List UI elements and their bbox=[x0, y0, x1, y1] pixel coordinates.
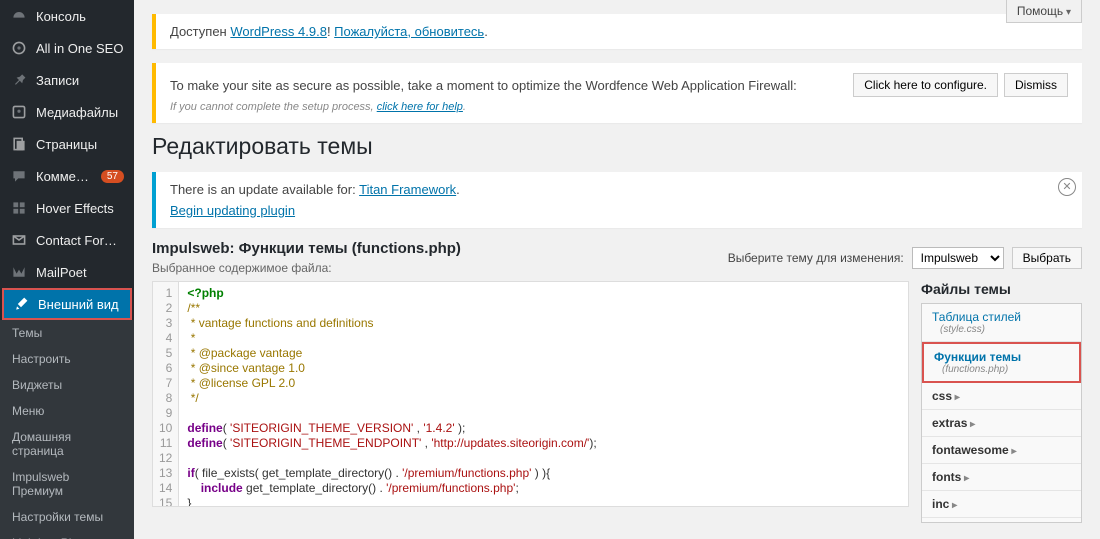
sidebar-item-mailpoet[interactable]: MailPoet bbox=[0, 256, 134, 288]
select-button[interactable]: Выбрать bbox=[1012, 247, 1082, 269]
sub-homepage[interactable]: Домашняя страница bbox=[0, 424, 134, 464]
sidebar-item-comments[interactable]: Комментарии 57 bbox=[0, 160, 134, 192]
sidebar-item-label: All in One SEO bbox=[36, 41, 124, 56]
mail-icon bbox=[10, 231, 28, 249]
file-entry[interactable]: css bbox=[922, 383, 1081, 410]
pages-icon bbox=[10, 135, 28, 153]
sidebar-item-appearance[interactable]: Внешний вид bbox=[2, 288, 132, 320]
file-entry[interactable]: fontawesome bbox=[922, 437, 1081, 464]
update-please-link[interactable]: Пожалуйста, обновитесь bbox=[334, 24, 484, 39]
theme-select[interactable]: Impulsweb bbox=[912, 247, 1004, 269]
wp-version-link[interactable]: WordPress 4.9.8 bbox=[230, 24, 327, 39]
sub-widgets[interactable]: Виджеты bbox=[0, 372, 134, 398]
brush-icon bbox=[12, 295, 30, 313]
sidebar-item-label: Комментарии bbox=[36, 169, 93, 184]
file-entry[interactable]: inc bbox=[922, 491, 1081, 518]
file-entry[interactable]: fonts bbox=[922, 464, 1081, 491]
sub-themes[interactable]: Темы bbox=[0, 320, 134, 346]
sidebar-item-label: Консоль bbox=[36, 9, 124, 24]
dashboard-icon bbox=[10, 7, 28, 25]
line-numbers: 12345678910111213141516 bbox=[153, 282, 179, 506]
help-link[interactable]: click here for help bbox=[377, 101, 463, 113]
file-entry[interactable]: Таблица стилей(style.css) bbox=[922, 304, 1081, 342]
sidebar-item-cf7[interactable]: Contact Form 7 bbox=[0, 224, 134, 256]
begin-updating-link[interactable]: Begin updating plugin bbox=[170, 203, 295, 218]
badge-count: 57 bbox=[101, 170, 124, 183]
sidebar-item-label: Hover Effects bbox=[36, 201, 124, 216]
wp-update-notice: Доступен WordPress 4.9.8! Пожалуйста, об… bbox=[152, 14, 1082, 49]
file-title: Impulsweb: Функции темы (functions.php) bbox=[152, 240, 461, 257]
sidebar-item-aioseo[interactable]: All in One SEO bbox=[0, 32, 134, 64]
sub-theme-settings[interactable]: Настройки темы bbox=[0, 504, 134, 530]
notice-text: To make your site as secure as possible,… bbox=[170, 78, 797, 93]
sidebar-item-label: Contact Form 7 bbox=[36, 233, 124, 248]
theme-select-label: Выберите тему для изменения: bbox=[728, 251, 904, 265]
sidebar-item-label: Записи bbox=[36, 73, 124, 88]
titan-link[interactable]: Titan Framework bbox=[359, 182, 456, 197]
pin-icon bbox=[10, 71, 28, 89]
appearance-submenu: Темы Настроить Виджеты Меню Домашняя стр… bbox=[0, 320, 134, 539]
page-title: Редактировать темы bbox=[152, 133, 1082, 160]
sub-menus[interactable]: Меню bbox=[0, 398, 134, 424]
media-icon bbox=[10, 103, 28, 121]
wordfence-notice: To make your site as secure as possible,… bbox=[152, 63, 1082, 123]
file-entry[interactable]: Функции темы(functions.php) bbox=[922, 342, 1081, 383]
sidebar-item-posts[interactable]: Записи bbox=[0, 64, 134, 96]
sub-impulsweb-premium[interactable]: Impulsweb Премиум bbox=[0, 464, 134, 504]
main-content: Помощь Доступен WordPress 4.9.8! Пожалуй… bbox=[134, 0, 1100, 539]
mailpoet-icon bbox=[10, 263, 28, 281]
file-description: Выбранное содержимое файла: bbox=[152, 261, 461, 275]
close-icon[interactable]: ✕ bbox=[1058, 178, 1076, 196]
help-tab[interactable]: Помощь bbox=[1006, 0, 1082, 23]
file-entry[interactable]: extras bbox=[922, 410, 1081, 437]
sidebar-item-label: Страницы bbox=[36, 137, 124, 152]
code-content[interactable]: <?php/** * vantage functions and definit… bbox=[179, 282, 604, 506]
sidebar-item-label: Медиафайлы bbox=[36, 105, 124, 120]
sidebar-item-label: Внешний вид bbox=[38, 297, 122, 312]
grid-icon bbox=[10, 199, 28, 217]
plugin-update-notice: ✕ There is an update available for: Tita… bbox=[152, 172, 1082, 228]
code-editor[interactable]: 12345678910111213141516 <?php/** * vanta… bbox=[152, 281, 909, 507]
configure-button[interactable]: Click here to configure. bbox=[853, 73, 998, 97]
sidebar-item-hovereffects[interactable]: Hover Effects bbox=[0, 192, 134, 224]
file-entry[interactable]: new_year bbox=[922, 518, 1081, 523]
sub-lightbox[interactable]: Lightbox Plus Colorbox bbox=[0, 530, 134, 539]
aioseo-icon bbox=[10, 39, 28, 57]
admin-sidebar: Консоль All in One SEO Записи Медиафайлы… bbox=[0, 0, 134, 539]
sidebar-item-label: MailPoet bbox=[36, 265, 124, 280]
dismiss-button[interactable]: Dismiss bbox=[1004, 73, 1068, 97]
sub-customize[interactable]: Настроить bbox=[0, 346, 134, 372]
sidebar-item-console[interactable]: Консоль bbox=[0, 0, 134, 32]
files-heading: Файлы темы bbox=[921, 281, 1082, 297]
theme-files-panel: Файлы темы Таблица стилей(style.css)Функ… bbox=[921, 281, 1082, 523]
comment-icon bbox=[10, 167, 28, 185]
sidebar-item-media[interactable]: Медиафайлы bbox=[0, 96, 134, 128]
notice-text: Доступен bbox=[170, 24, 230, 39]
theme-files-list[interactable]: Таблица стилей(style.css)Функции темы(fu… bbox=[921, 303, 1082, 523]
sidebar-item-pages[interactable]: Страницы bbox=[0, 128, 134, 160]
